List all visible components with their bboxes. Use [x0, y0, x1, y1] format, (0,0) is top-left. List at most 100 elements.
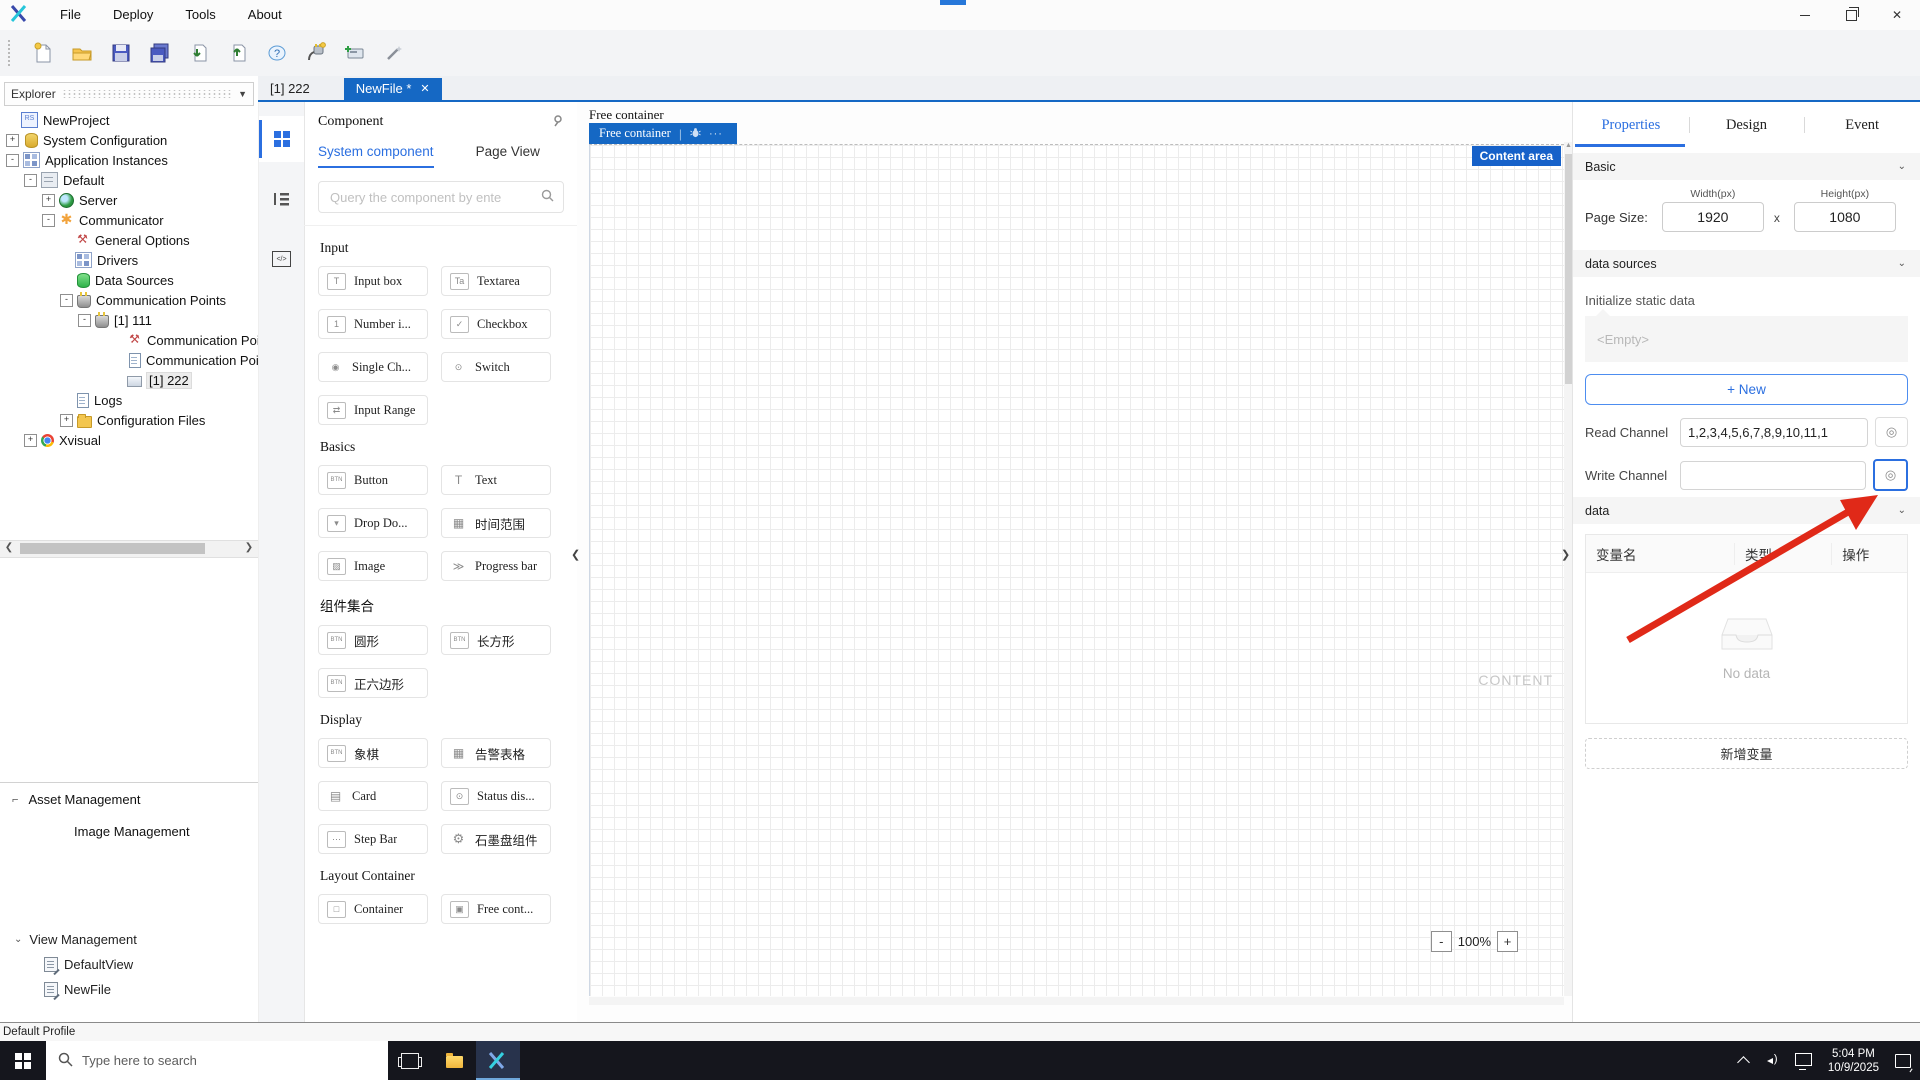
component-chess[interactable]: BTN 象棋: [318, 738, 428, 768]
network-button[interactable]: [1791, 1041, 1817, 1080]
component-number-input[interactable]: 1 Number i...: [318, 309, 428, 339]
component-alarm-table[interactable]: ▦ 告警表格: [441, 738, 551, 768]
tree-item-communication-point-doc[interactable]: Communication Poin: [0, 350, 258, 370]
close-tab-icon[interactable]: ✕: [420, 82, 429, 95]
app-taskbar-button[interactable]: [476, 1041, 520, 1080]
add-device-icon[interactable]: [343, 41, 367, 65]
add-variable-button[interactable]: 新增变量: [1585, 738, 1908, 769]
wand-icon[interactable]: [382, 41, 406, 65]
component-textarea[interactable]: Ta Textarea: [441, 266, 551, 296]
expander-icon[interactable]: -: [60, 293, 73, 307]
scrollbar-thumb[interactable]: [1565, 154, 1572, 384]
data-sources-section-header[interactable]: data sources ⌄: [1573, 250, 1920, 277]
read-channel-input[interactable]: [1680, 417, 1868, 447]
tree-item-communication-point-config[interactable]: ⚒ Communication Poin: [0, 330, 258, 350]
tab-page-view[interactable]: Page View: [476, 144, 540, 168]
connect-icon[interactable]: [304, 41, 328, 65]
component-rectangle[interactable]: BTN 长方形: [441, 625, 551, 655]
tree-item-drivers[interactable]: Drivers: [0, 250, 258, 270]
tab-design[interactable]: Design: [1688, 106, 1805, 144]
tray-expand-button[interactable]: [1731, 1041, 1757, 1080]
tab-event[interactable]: Event: [1804, 106, 1920, 144]
start-button[interactable]: [0, 1041, 46, 1080]
import-icon[interactable]: [187, 41, 211, 65]
taskbar-search[interactable]: Type here to search: [46, 1041, 388, 1080]
tree-item-server[interactable]: + Server: [0, 190, 258, 210]
collapse-right-icon[interactable]: ❯: [1561, 548, 1570, 561]
expander-icon[interactable]: -: [42, 213, 55, 227]
action-center-button[interactable]: [1890, 1041, 1916, 1080]
write-channel-input[interactable]: [1680, 460, 1866, 490]
tab-system-component[interactable]: System component: [318, 144, 434, 168]
zoom-in-button[interactable]: +: [1497, 931, 1518, 952]
scroll-right-icon[interactable]: ❯: [242, 542, 256, 554]
component-search-input[interactable]: [328, 188, 541, 206]
restore-button[interactable]: [1828, 0, 1874, 30]
expander-icon[interactable]: -: [6, 153, 19, 167]
image-management-item[interactable]: Image Management: [0, 824, 258, 839]
component-progress-bar[interactable]: ≫ Progress bar: [441, 551, 551, 581]
tree-item-logs[interactable]: Logs: [0, 390, 258, 410]
component-switch[interactable]: ⊙ Switch: [441, 352, 551, 382]
write-channel-picker-button[interactable]: ◎: [1873, 459, 1908, 491]
tab-newfile[interactable]: NewFile * ✕: [343, 78, 442, 100]
save-icon[interactable]: [109, 41, 133, 65]
component-text[interactable]: T Text: [441, 465, 551, 495]
component-container[interactable]: □ Container: [318, 894, 428, 924]
data-section-header[interactable]: data ⌄: [1573, 497, 1920, 524]
explorer-hscrollbar[interactable]: ❮ ❯: [0, 540, 258, 558]
tree-item-data-sources[interactable]: Data Sources: [0, 270, 258, 290]
design-canvas[interactable]: [589, 144, 1564, 996]
height-input[interactable]: [1793, 202, 1896, 232]
basic-section-header[interactable]: Basic ⌄: [1573, 153, 1920, 180]
menu-deploy[interactable]: Deploy: [97, 0, 169, 30]
new-data-button[interactable]: + New: [1585, 374, 1908, 405]
tab-1-222[interactable]: [1] 222: [258, 78, 322, 100]
pin-icon[interactable]: [551, 114, 564, 130]
width-input[interactable]: [1661, 202, 1764, 232]
component-hexagon[interactable]: BTN 正六边形: [318, 668, 428, 698]
tree-item-communication-points[interactable]: - Communication Points: [0, 290, 258, 310]
view-item-newfile[interactable]: NewFile: [0, 972, 258, 997]
component-input-box[interactable]: T Input box: [318, 266, 428, 296]
component-input-range[interactable]: ⇄ Input Range: [318, 395, 428, 425]
component-single-choice[interactable]: ◉ Single Ch...: [318, 352, 428, 382]
save-all-icon[interactable]: [148, 41, 172, 65]
tree-item-system-configuration[interactable]: + System Configuration: [0, 130, 258, 150]
canvas-hscrollbar[interactable]: [589, 997, 1564, 1005]
tree-item-222[interactable]: [1] 222: [0, 370, 258, 390]
collapse-left-icon[interactable]: ❮: [571, 548, 580, 561]
expander-icon[interactable]: +: [60, 413, 73, 427]
asset-management-item[interactable]: ⌐ Asset Management: [0, 792, 258, 807]
expander-icon[interactable]: +: [42, 193, 55, 207]
tab-properties[interactable]: Properties: [1573, 106, 1689, 144]
component-dropdown[interactable]: ▾ Drop Do...: [318, 508, 428, 538]
menu-tools[interactable]: Tools: [169, 0, 231, 30]
export-icon[interactable]: [226, 41, 250, 65]
help-icon[interactable]: ?: [265, 41, 289, 65]
tree-item-default[interactable]: - Default: [0, 170, 258, 190]
open-folder-icon[interactable]: [70, 41, 94, 65]
strip-outline-tab[interactable]: [259, 176, 304, 222]
menu-about[interactable]: About: [232, 0, 298, 30]
tree-item-general-options[interactable]: ⚒ General Options: [0, 230, 258, 250]
strip-components-tab[interactable]: [259, 116, 304, 162]
expander-icon[interactable]: +: [6, 133, 19, 147]
task-view-button[interactable]: [388, 1041, 432, 1080]
component-card[interactable]: ▤ Card: [318, 781, 428, 811]
dock-icon[interactable]: ⌐: [12, 794, 18, 806]
tree-item-xvisual[interactable]: + Xvisual: [0, 430, 258, 450]
component-circle[interactable]: BTN 圆形: [318, 625, 428, 655]
file-explorer-button[interactable]: [432, 1041, 476, 1080]
menu-file[interactable]: File: [44, 0, 97, 30]
close-button[interactable]: ✕: [1874, 0, 1920, 30]
read-channel-picker-button[interactable]: ◎: [1875, 417, 1908, 447]
expander-icon[interactable]: -: [78, 313, 91, 327]
component-button[interactable]: BTN Button: [318, 465, 428, 495]
component-status-display[interactable]: ⊙ Status dis...: [441, 781, 551, 811]
component-time-range[interactable]: ▦ 时间范围: [441, 508, 551, 538]
scrollbar-thumb[interactable]: [20, 543, 205, 554]
new-file-icon[interactable]: [31, 41, 55, 65]
view-management-header[interactable]: ⌄ View Management: [0, 920, 258, 947]
more-options-icon[interactable]: ···: [709, 128, 723, 140]
